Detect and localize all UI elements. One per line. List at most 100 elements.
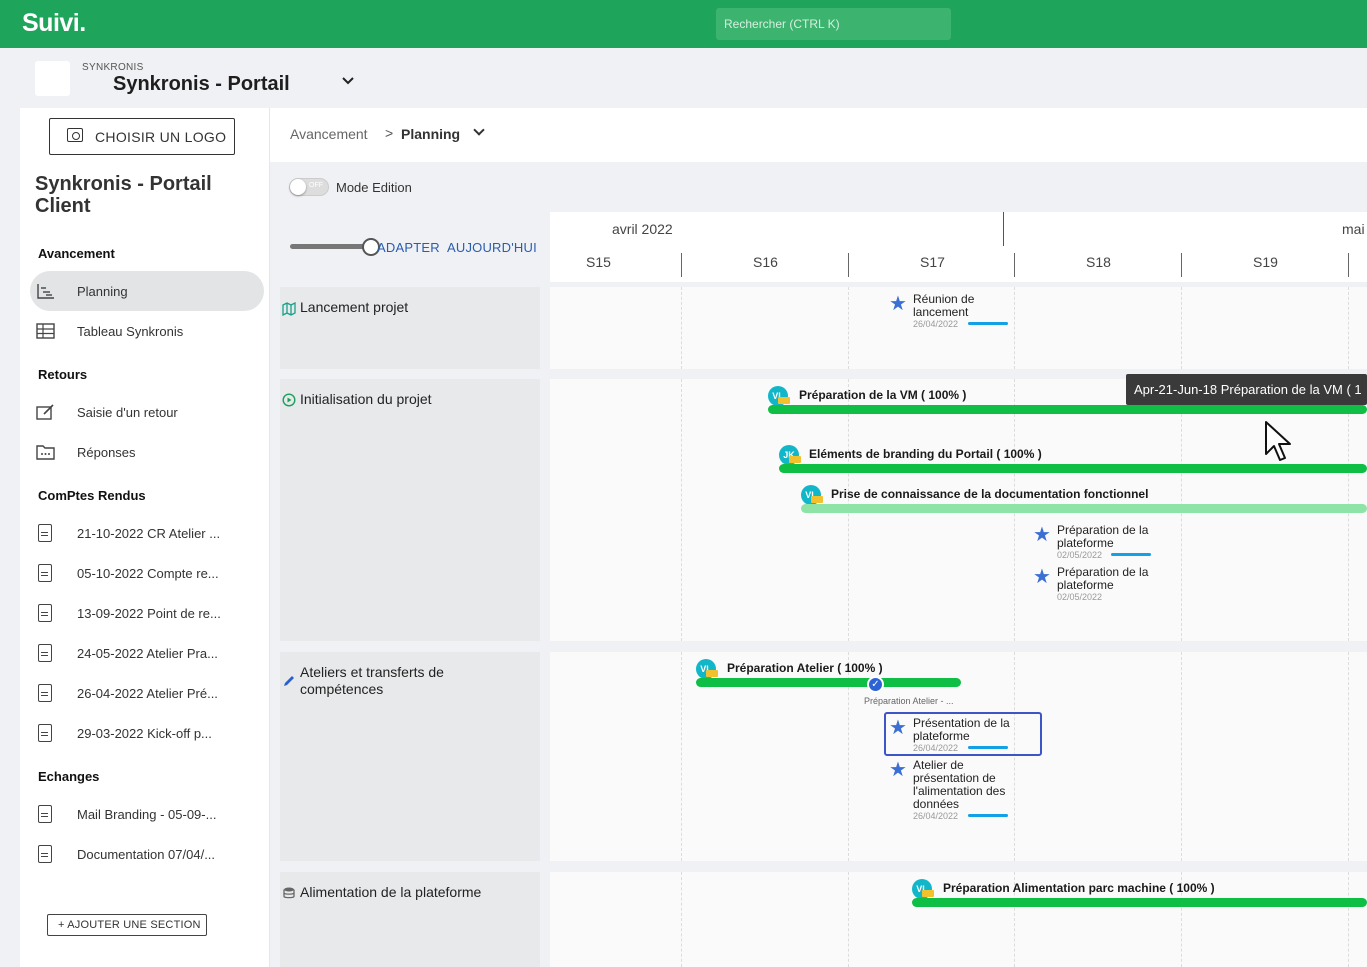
gantt-row-label[interactable]: Lancement projet	[280, 287, 540, 369]
grid-line	[681, 652, 682, 861]
task-label[interactable]: Préparation de la VM ( 100% )	[799, 388, 966, 402]
sidebar: CHOISIR UN LOGO Synkronis - Portail Clie…	[20, 108, 270, 967]
table-icon	[36, 323, 55, 339]
adapter-button[interactable]: ADAPTER	[377, 240, 440, 255]
milestone-date: 02/05/2022	[1057, 550, 1103, 560]
task-label[interactable]: Prise de connaissance de la documentatio…	[831, 487, 1148, 501]
gantt-row-alimentation: VL Préparation Alimentation parc machine…	[550, 872, 1367, 967]
check-icon[interactable]: ✓	[867, 676, 884, 693]
project-org: SYNKRONIS	[82, 62, 144, 73]
sidebar-item-label: Tableau Synkronis	[77, 324, 184, 339]
sidebar-item-saisie[interactable]: Saisie d'un retour	[30, 392, 264, 432]
gantt-row-initialisation: VL Préparation de la VM ( 100% ) JK Elém…	[550, 379, 1367, 641]
task-label[interactable]: Préparation Alimentation parc machine ( …	[943, 881, 1215, 895]
gantt-row-label[interactable]: Alimentation de la plateforme	[280, 872, 540, 967]
milestone-title[interactable]: Préparation de la plateforme	[1057, 524, 1167, 550]
sidebar-item-reponses[interactable]: Réponses	[30, 432, 264, 472]
grid-line	[848, 872, 849, 967]
gantt-row-label[interactable]: Ateliers et transferts de compétences	[280, 652, 540, 861]
sidebar-item-echange-2[interactable]: Documentation 07/04/...	[30, 834, 264, 874]
sidebar-item-cr-3[interactable]: 13-09-2022 Point de re...	[30, 593, 264, 633]
task-bar[interactable]	[779, 464, 1367, 473]
breadcrumb-current[interactable]: Planning	[401, 126, 460, 142]
document-icon	[38, 644, 52, 662]
star-milestone-icon[interactable]: ★	[889, 718, 907, 738]
milestone-date: 26/04/2022	[913, 319, 959, 329]
task-bar[interactable]	[768, 405, 1367, 414]
milestone-progress	[1111, 553, 1151, 556]
zoom-slider-track[interactable]	[290, 244, 370, 249]
sidebar-item-label: 13-09-2022 Point de re...	[77, 606, 221, 621]
breadcrumb-parent[interactable]: Avancement	[290, 126, 368, 142]
task-bar[interactable]	[912, 898, 1367, 907]
milestone-title[interactable]: Présentation de la plateforme	[913, 717, 1033, 743]
sidebar-item-label: Réponses	[77, 445, 136, 460]
grid-line	[1348, 652, 1349, 861]
sidebar-item-cr-5[interactable]: 26-04-2022 Atelier Pré...	[30, 673, 264, 713]
search-input[interactable]: Rechercher (CTRL K)	[716, 8, 951, 40]
assignee-avatar[interactable]: VL	[801, 485, 823, 505]
add-section-button[interactable]: + AJOUTER UNE SECTION	[47, 914, 207, 936]
star-milestone-icon[interactable]: ★	[1033, 525, 1051, 545]
week-divider	[848, 253, 849, 277]
task-bar[interactable]	[696, 678, 961, 687]
task-caption: Préparation Atelier - ...	[864, 696, 954, 706]
mode-edition-toggle[interactable]: OFF	[289, 178, 329, 196]
milestone-title[interactable]: Préparation de la plateforme	[1057, 566, 1167, 592]
document-icon	[38, 724, 52, 742]
grid-line	[681, 379, 682, 641]
sidebar-item-cr-6[interactable]: 29-03-2022 Kick-off p...	[30, 713, 264, 753]
sidebar-item-cr-2[interactable]: 05-10-2022 Compte re...	[30, 553, 264, 593]
sidebar-item-tableau[interactable]: Tableau Synkronis	[30, 311, 264, 351]
grid-line	[1348, 287, 1349, 369]
assignee-avatar[interactable]: VL	[768, 386, 790, 406]
grid-line	[1181, 287, 1182, 369]
month-label: avril 2022	[612, 221, 673, 237]
sidebar-item-cr-4[interactable]: 24-05-2022 Atelier Pra...	[30, 633, 264, 673]
app-logo[interactable]: Suivi.	[22, 9, 86, 38]
assignee-avatar[interactable]: JK	[779, 445, 801, 465]
grid-line	[681, 287, 682, 369]
milestone-title[interactable]: Réunion de lancement	[913, 293, 1003, 319]
mouse-cursor-icon	[1265, 421, 1291, 461]
sidebar-item-cr-1[interactable]: 21-10-2022 CR Atelier ...	[30, 513, 264, 553]
milestone-date: 26/04/2022	[913, 811, 959, 821]
gantt-icon	[37, 284, 54, 299]
sidebar-title: Synkronis - Portail Client	[35, 173, 212, 217]
toggle-state: OFF	[309, 182, 323, 189]
star-milestone-icon[interactable]: ★	[889, 760, 907, 780]
project-title[interactable]: Synkronis - Portail	[113, 73, 290, 96]
assignee-avatar[interactable]: VL	[696, 659, 718, 679]
milestone-date: 26/04/2022	[913, 743, 959, 753]
project-avatar	[35, 61, 70, 96]
breadcrumb-separator: >	[385, 125, 394, 141]
week-divider	[1014, 253, 1015, 277]
week-label: S16	[753, 254, 778, 270]
milestone-title[interactable]: Atelier de présentation de l'alimentatio…	[913, 759, 1023, 811]
section-heading-retours: Retours	[38, 367, 88, 382]
gantt-row-label[interactable]: Initialisation du projet	[280, 379, 540, 641]
sidebar-item-label: 26-04-2022 Atelier Pré...	[77, 686, 218, 701]
star-milestone-icon[interactable]: ★	[889, 294, 907, 314]
section-heading-avancement: Avancement	[38, 246, 115, 261]
milestone-progress	[968, 322, 1008, 325]
sidebar-item-echange-1[interactable]: Mail Branding - 05-09-...	[30, 794, 264, 834]
task-label[interactable]: Eléments de branding du Portail ( 100% )	[809, 447, 1042, 461]
star-milestone-icon[interactable]: ★	[1033, 567, 1051, 587]
grid-line	[681, 872, 682, 967]
sidebar-item-planning[interactable]: Planning	[30, 271, 264, 311]
chevron-down-icon[interactable]	[341, 76, 355, 86]
week-label: S18	[1086, 254, 1111, 270]
grid-line	[848, 287, 849, 369]
assignee-avatar[interactable]: VL	[912, 879, 934, 899]
week-label: S17	[920, 254, 945, 270]
section-heading-echanges: Echanges	[38, 769, 100, 784]
task-label[interactable]: Préparation Atelier ( 100% )	[727, 661, 883, 675]
task-bar[interactable]	[801, 504, 1367, 513]
sidebar-item-label: 05-10-2022 Compte re...	[77, 566, 219, 581]
milestone-progress	[968, 814, 1008, 817]
edit-form-icon	[36, 404, 54, 420]
choose-logo-button[interactable]: CHOISIR UN LOGO	[49, 118, 235, 155]
today-button[interactable]: AUJOURD'HUI	[447, 240, 537, 255]
chevron-down-icon[interactable]	[473, 124, 485, 136]
